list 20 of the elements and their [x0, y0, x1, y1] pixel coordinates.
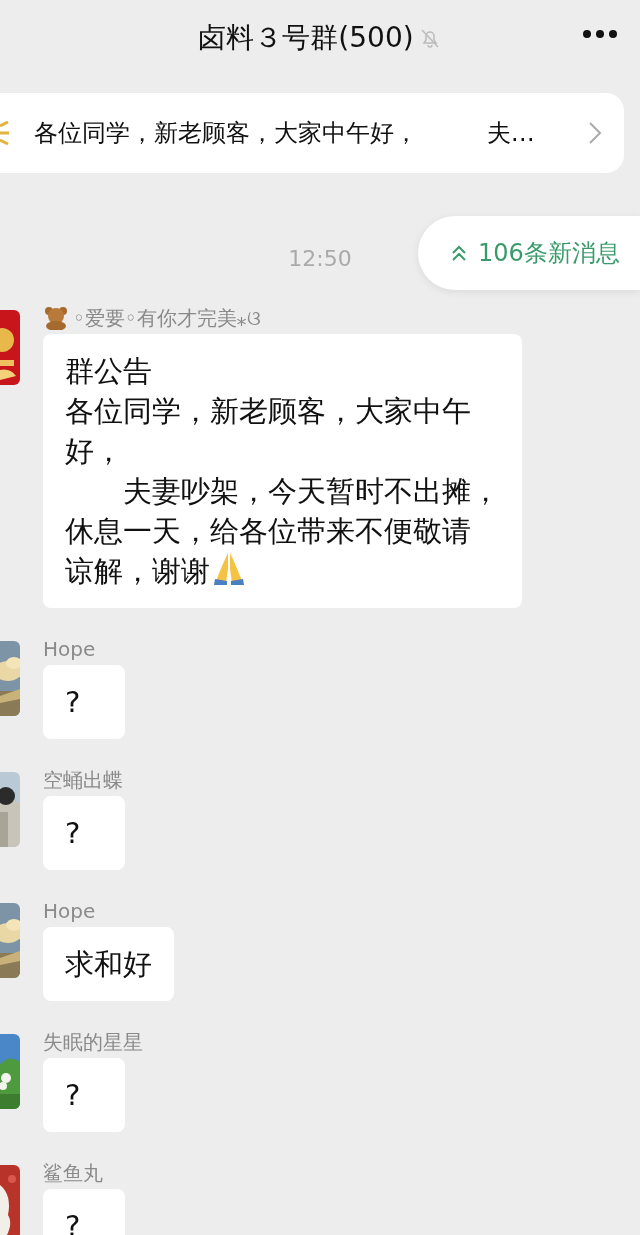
time-label: 12:50	[288, 245, 352, 273]
message-bubble[interactable]: 群公告 各位同学，新老顾客，大家中午 好， 夫妻吵架，今天暂时不出摊， 休息一天，给各位带来不便敬请 谅解，谢谢	[43, 334, 522, 608]
chat-title: 卤料３号群(500)	[198, 20, 414, 56]
teddy-bear-icon	[43, 306, 69, 330]
chevron-right-icon	[588, 121, 602, 145]
more-icon[interactable]	[582, 28, 618, 40]
sender-name: ◦爱要◦有你才完美⁎ଓ	[73, 305, 261, 332]
sender-name: 失眠的星星	[43, 1029, 143, 1056]
announcement-icon	[0, 120, 10, 146]
praying-hands-icon	[212, 551, 246, 585]
message-bubble[interactable]: ?	[43, 1058, 125, 1132]
sender-name: 空蛹出蝶	[43, 767, 123, 794]
sender-name: 鲨鱼丸	[43, 1160, 103, 1187]
message-bubble[interactable]: ?	[43, 665, 125, 739]
sender-name: Hope	[43, 898, 96, 925]
message-bubble[interactable]: ?	[43, 796, 125, 870]
sender-name: Hope	[43, 636, 96, 663]
message-bubble[interactable]: 求和好	[43, 927, 174, 1001]
pinned-announcement[interactable]: 各位同学，新老顾客，大家中午好， 夫…	[0, 93, 624, 173]
double-chevron-up-icon	[450, 244, 468, 262]
